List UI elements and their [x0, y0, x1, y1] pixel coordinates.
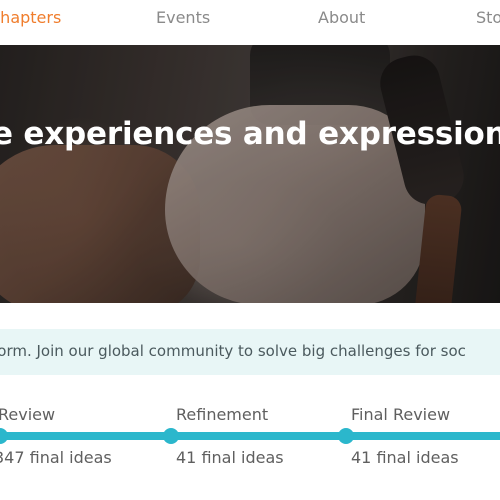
stage-count-review: 347 final ideas [0, 448, 112, 467]
stage-label-review: Review [0, 405, 56, 424]
nav-item-store[interactable]: Sto [476, 8, 500, 27]
hero-overlay [0, 45, 500, 303]
stage-count-final-review: 41 final ideas [351, 448, 459, 467]
nav-item-chapters[interactable]: Chapters [0, 8, 61, 27]
stage-label-final-review: Final Review [351, 405, 451, 424]
info-banner: form. Join our global community to solve… [0, 329, 500, 375]
stage-node-review[interactable] [0, 428, 8, 444]
hero-headline: e experiences and expressions [0, 116, 500, 152]
info-banner-text: form. Join our global community to solve… [0, 342, 466, 360]
stage-label-refinement: Refinement [176, 405, 269, 424]
hero-banner: e experiences and expressions [0, 45, 500, 303]
top-nav: Chapters Events About Sto [0, 0, 500, 44]
stage-count-refinement: 41 final ideas [176, 448, 284, 467]
stage-node-refinement[interactable] [163, 428, 179, 444]
stage-node-final-review[interactable] [338, 428, 354, 444]
timeline-track [0, 432, 500, 440]
nav-item-events[interactable]: Events [156, 8, 210, 27]
nav-item-about[interactable]: About [318, 8, 365, 27]
